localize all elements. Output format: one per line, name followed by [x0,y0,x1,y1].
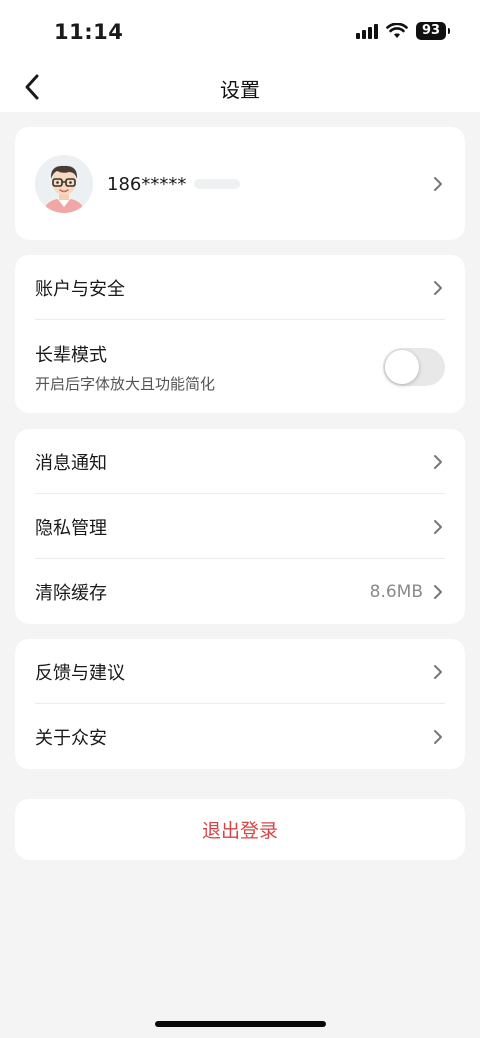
divider [35,703,445,704]
logout-button[interactable]: 退出登录 [15,799,465,860]
divider [35,493,445,494]
divider [35,558,445,559]
account-security-label: 账户与安全 [35,279,125,300]
notifications-row[interactable]: 消息通知 [35,439,445,485]
profile-row[interactable]: 186***** [35,154,445,214]
account-card: 账户与安全 长辈模式 开启后字体放大且功能简化 [15,255,465,413]
chevron-right-icon [434,455,442,469]
wifi-icon [386,23,408,38]
elder-mode-toggle[interactable] [383,348,445,386]
status-bar: 11:14 93 [0,0,480,62]
account-security-row[interactable]: 账户与安全 [35,265,445,311]
general-settings-card: 消息通知 隐私管理 清除缓存 8.6MB [15,429,465,624]
chevron-right-icon [434,665,442,679]
elder-mode-label: 长辈模式 [35,344,107,366]
cache-size: 8.6MB [369,582,423,602]
status-time: 11:14 [54,20,124,44]
nav-bar: 设置 [0,62,480,112]
about-label: 关于众安 [35,728,107,749]
feedback-label: 反馈与建议 [35,663,125,684]
home-indicator [155,1021,326,1027]
status-icons: 93 [356,22,450,40]
page-title: 设置 [220,78,260,102]
battery-icon: 93 [416,22,450,40]
about-row[interactable]: 关于众安 [35,714,445,760]
divider [35,319,445,320]
chevron-right-icon [434,520,442,534]
profile-card[interactable]: 186***** [15,127,465,240]
clear-cache-label: 清除缓存 [35,583,107,604]
privacy-row[interactable]: 隐私管理 [35,504,445,550]
elder-mode-description: 开启后字体放大且功能简化 [35,374,216,393]
privacy-label: 隐私管理 [35,518,107,539]
about-card: 反馈与建议 关于众安 [15,639,465,769]
avatar [35,155,93,213]
settings-screen: 11:14 93 设置 186***** 账户与安全 长辈模式 开启后字体放大且… [0,0,480,1038]
notifications-label: 消息通知 [35,453,107,474]
chevron-right-icon [434,730,442,744]
profile-phone: 186***** [107,174,431,195]
elder-mode-row: 长辈模式 开启后字体放大且功能简化 [35,337,445,397]
elder-mode-text: 长辈模式 开启后字体放大且功能简化 [35,341,383,394]
feedback-row[interactable]: 反馈与建议 [35,649,445,695]
masked-text [194,179,241,189]
chevron-right-icon [434,177,442,191]
phone-number: 186***** [107,173,187,195]
signal-icon [356,23,378,39]
toggle-knob [385,350,419,384]
chevron-right-icon [434,281,442,295]
clear-cache-row[interactable]: 清除缓存 8.6MB [35,569,445,615]
logout-label: 退出登录 [201,820,278,842]
chevron-right-icon [434,585,442,599]
